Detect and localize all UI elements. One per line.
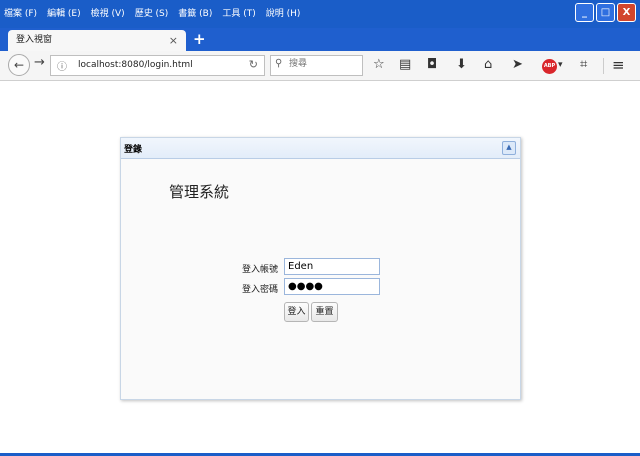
panel-title: 登錄 bbox=[124, 145, 143, 155]
minimize-button[interactable]: _ bbox=[575, 3, 594, 22]
reading-list-icon[interactable]: ▤ bbox=[399, 57, 411, 73]
send-icon[interactable]: ➤ bbox=[512, 57, 523, 73]
home-icon[interactable]: ⌂ bbox=[484, 57, 492, 73]
crop-icon[interactable]: ⌗ bbox=[580, 57, 587, 73]
password-label: 登入密碼 bbox=[242, 285, 279, 295]
menu-file[interactable]: 檔案 (F) bbox=[4, 6, 37, 19]
forward-button[interactable]: → bbox=[34, 55, 45, 70]
window-controls: _ □ X bbox=[575, 3, 636, 22]
site-info-icon[interactable]: ⓘ bbox=[57, 58, 67, 73]
tab-title: 登入視窗 bbox=[16, 35, 53, 45]
reset-button[interactable]: 重置 bbox=[311, 302, 338, 322]
reload-icon[interactable]: ↻ bbox=[249, 58, 258, 71]
menu-icon[interactable]: ≡ bbox=[612, 57, 625, 73]
window-titlebar: 檔案 (F) 編輯 (E) 檢視 (V) 歷史 (S) 書籤 (B) 工具 (T… bbox=[0, 0, 640, 28]
password-input[interactable] bbox=[284, 278, 380, 295]
login-button[interactable]: 登入 bbox=[284, 302, 309, 322]
close-window-button[interactable]: X bbox=[617, 3, 636, 22]
star-icon[interactable]: ☆ bbox=[373, 57, 385, 73]
tab-login[interactable]: 登入視窗 × bbox=[8, 30, 186, 51]
search-box[interactable]: ⚲ bbox=[270, 55, 363, 76]
search-icon: ⚲ bbox=[275, 58, 283, 69]
adblock-icon[interactable]: ABP bbox=[542, 59, 557, 74]
menu-edit[interactable]: 編輯 (E) bbox=[47, 6, 81, 19]
menu-bar: 檔案 (F) 編輯 (E) 檢視 (V) 歷史 (S) 書籤 (B) 工具 (T… bbox=[4, 6, 310, 19]
address-bar[interactable]: ⓘ localhost:8080/login.html ↻ bbox=[50, 55, 265, 76]
panel-header: 登錄 ▲ bbox=[121, 138, 520, 159]
chevron-down-icon[interactable]: ▾ bbox=[558, 57, 563, 73]
username-label: 登入帳號 bbox=[242, 265, 279, 275]
menu-tools[interactable]: 工具 (T) bbox=[222, 6, 255, 19]
menu-history[interactable]: 歷史 (S) bbox=[135, 6, 169, 19]
collapse-icon[interactable]: ▲ bbox=[502, 141, 516, 155]
menu-view[interactable]: 檢視 (V) bbox=[91, 6, 125, 19]
menu-help[interactable]: 說明 (H) bbox=[266, 6, 301, 19]
search-input[interactable] bbox=[287, 58, 361, 70]
login-panel: 登錄 ▲ 管理系統 登入帳號 登入密碼 登入 重置 bbox=[120, 137, 521, 400]
navigation-toolbar: ← → ⓘ localhost:8080/login.html ↻ ⚲ ☆ ▤ … bbox=[0, 51, 640, 81]
url-text[interactable]: localhost:8080/login.html bbox=[78, 60, 193, 70]
back-button[interactable]: ← bbox=[8, 54, 30, 76]
download-icon[interactable]: ⬇ bbox=[456, 57, 467, 73]
toolbar-divider bbox=[603, 58, 604, 74]
tab-bar: 登入視窗 × bbox=[0, 28, 640, 51]
tab-close-icon[interactable]: × bbox=[169, 30, 178, 51]
maximize-button[interactable]: □ bbox=[596, 3, 615, 22]
new-tab-button[interactable]: + bbox=[193, 28, 206, 51]
menu-bookmarks[interactable]: 書籤 (B) bbox=[178, 6, 212, 19]
system-title: 管理系統 bbox=[169, 183, 230, 201]
pocket-icon[interactable]: ◘ bbox=[427, 57, 437, 73]
username-input[interactable] bbox=[284, 258, 380, 275]
